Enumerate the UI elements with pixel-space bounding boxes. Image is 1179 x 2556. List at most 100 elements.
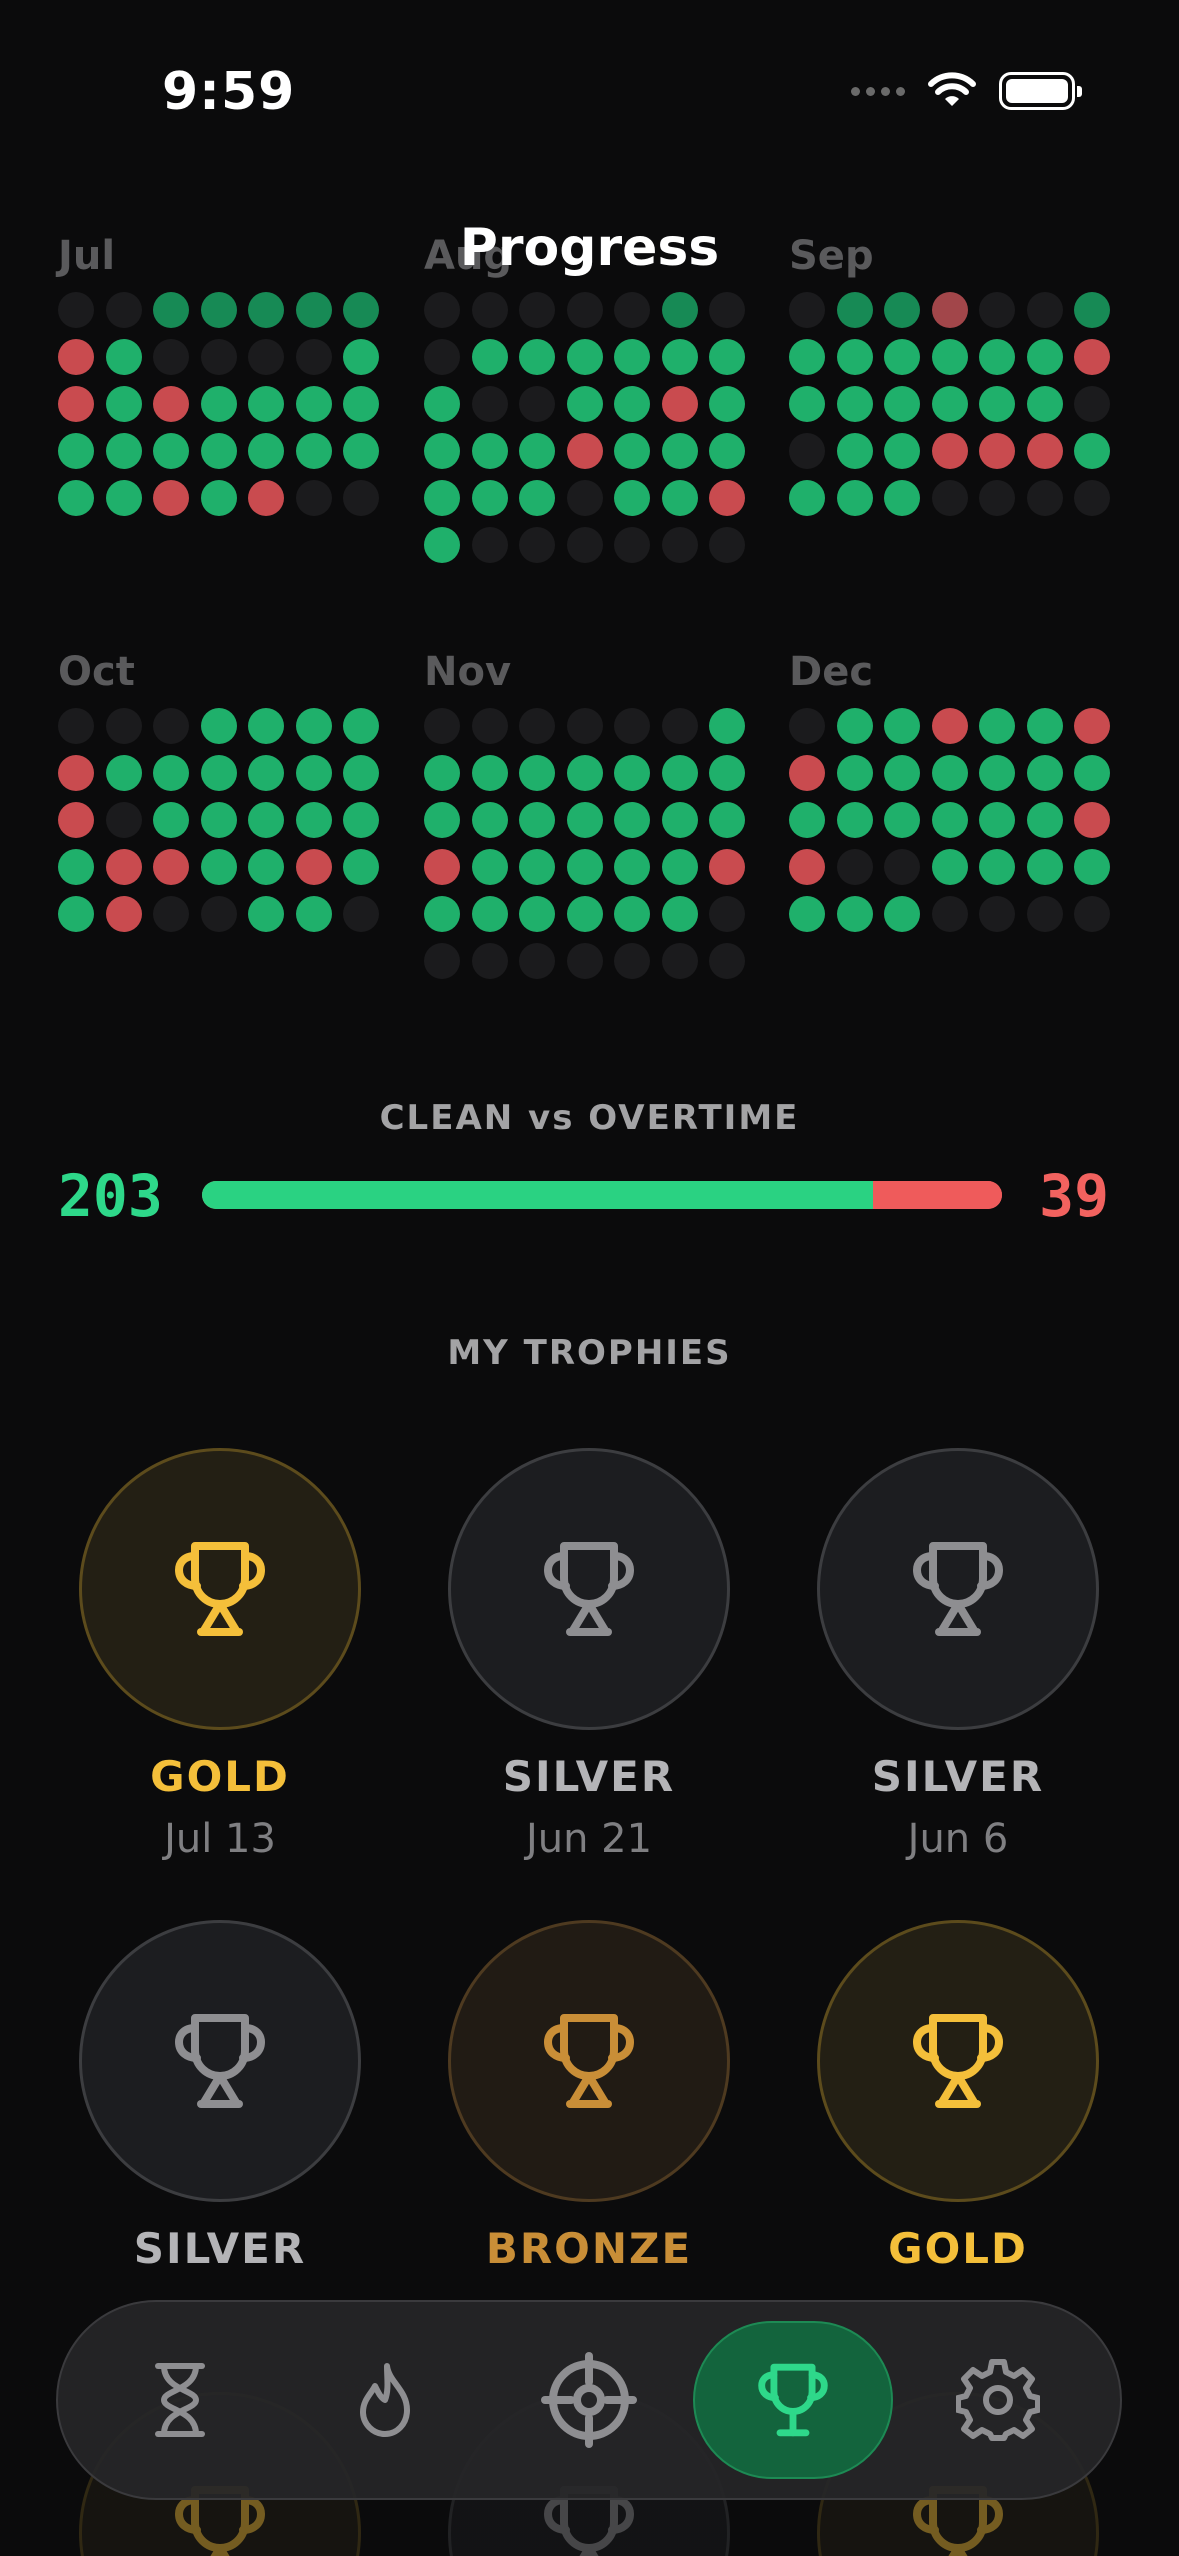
day-clean[interactable] bbox=[614, 849, 650, 885]
day-overtime[interactable] bbox=[979, 433, 1015, 469]
day-clean[interactable] bbox=[1074, 433, 1110, 469]
day-clean[interactable] bbox=[979, 339, 1015, 375]
day-clean[interactable] bbox=[566, 849, 603, 885]
day-empty[interactable] bbox=[424, 339, 460, 375]
day-empty[interactable] bbox=[295, 480, 332, 516]
day-overtime[interactable] bbox=[566, 433, 603, 469]
day-empty[interactable] bbox=[424, 943, 460, 979]
day-clean[interactable] bbox=[343, 292, 379, 328]
day-clean[interactable] bbox=[424, 480, 460, 516]
day-empty[interactable] bbox=[614, 708, 650, 744]
day-clean[interactable] bbox=[58, 849, 94, 885]
day-empty[interactable] bbox=[519, 292, 555, 328]
day-clean[interactable] bbox=[661, 755, 698, 791]
day-empty[interactable] bbox=[153, 339, 189, 375]
day-clean[interactable] bbox=[614, 386, 650, 422]
day-empty[interactable] bbox=[58, 708, 94, 744]
day-overtime[interactable] bbox=[1074, 802, 1110, 838]
day-empty[interactable] bbox=[295, 339, 332, 375]
day-clean[interactable] bbox=[519, 896, 555, 932]
day-clean[interactable] bbox=[931, 802, 968, 838]
day-clean[interactable] bbox=[200, 708, 237, 744]
day-clean[interactable] bbox=[519, 802, 555, 838]
day-clean[interactable] bbox=[471, 339, 508, 375]
day-clean[interactable] bbox=[248, 292, 284, 328]
day-clean[interactable] bbox=[884, 339, 920, 375]
day-empty[interactable] bbox=[931, 480, 968, 516]
day-clean[interactable] bbox=[709, 386, 745, 422]
day-clean[interactable] bbox=[424, 896, 460, 932]
day-empty[interactable] bbox=[1074, 896, 1110, 932]
day-clean[interactable] bbox=[295, 708, 332, 744]
day-clean[interactable] bbox=[471, 480, 508, 516]
day-overtime[interactable] bbox=[789, 755, 825, 791]
day-overtime[interactable] bbox=[295, 849, 332, 885]
day-clean[interactable] bbox=[471, 849, 508, 885]
day-clean[interactable] bbox=[153, 433, 189, 469]
day-clean[interactable] bbox=[1074, 292, 1110, 328]
day-clean[interactable] bbox=[709, 802, 745, 838]
day-clean[interactable] bbox=[614, 433, 650, 469]
tab-streak[interactable] bbox=[285, 2321, 485, 2479]
day-clean[interactable] bbox=[343, 386, 379, 422]
day-clean[interactable] bbox=[931, 849, 968, 885]
day-overtime[interactable] bbox=[709, 849, 745, 885]
day-empty[interactable] bbox=[519, 386, 555, 422]
day-empty[interactable] bbox=[105, 802, 142, 838]
day-clean[interactable] bbox=[200, 386, 237, 422]
day-clean[interactable] bbox=[519, 849, 555, 885]
day-clean[interactable] bbox=[931, 755, 968, 791]
day-empty[interactable] bbox=[979, 896, 1015, 932]
trophy-gold[interactable]: GOLD Jul 13 bbox=[78, 1448, 362, 1862]
day-empty[interactable] bbox=[519, 943, 555, 979]
day-clean[interactable] bbox=[931, 386, 968, 422]
day-clean[interactable] bbox=[200, 292, 237, 328]
day-clean[interactable] bbox=[519, 433, 555, 469]
day-clean[interactable] bbox=[709, 433, 745, 469]
day-clean[interactable] bbox=[105, 386, 142, 422]
day-clean[interactable] bbox=[1026, 755, 1063, 791]
day-empty[interactable] bbox=[343, 896, 379, 932]
day-empty[interactable] bbox=[1074, 386, 1110, 422]
day-overtime[interactable] bbox=[153, 386, 189, 422]
day-clean[interactable] bbox=[979, 849, 1015, 885]
day-empty[interactable] bbox=[709, 943, 745, 979]
day-clean[interactable] bbox=[979, 802, 1015, 838]
day-clean[interactable] bbox=[884, 755, 920, 791]
day-clean[interactable] bbox=[836, 802, 873, 838]
day-clean[interactable] bbox=[58, 896, 94, 932]
day-empty[interactable] bbox=[789, 292, 825, 328]
day-clean[interactable] bbox=[424, 433, 460, 469]
day-empty[interactable] bbox=[58, 292, 94, 328]
day-empty[interactable] bbox=[566, 527, 603, 563]
day-clean[interactable] bbox=[566, 386, 603, 422]
day-clean[interactable] bbox=[424, 386, 460, 422]
day-clean[interactable] bbox=[836, 480, 873, 516]
day-clean[interactable] bbox=[566, 802, 603, 838]
day-empty[interactable] bbox=[789, 433, 825, 469]
day-clean[interactable] bbox=[709, 708, 745, 744]
day-clean[interactable] bbox=[1026, 339, 1063, 375]
day-clean[interactable] bbox=[661, 339, 698, 375]
day-empty[interactable] bbox=[105, 708, 142, 744]
day-overtime[interactable] bbox=[1074, 708, 1110, 744]
day-clean[interactable] bbox=[661, 849, 698, 885]
day-empty[interactable] bbox=[884, 849, 920, 885]
day-clean[interactable] bbox=[661, 433, 698, 469]
day-clean[interactable] bbox=[884, 896, 920, 932]
day-clean[interactable] bbox=[979, 386, 1015, 422]
day-clean[interactable] bbox=[200, 755, 237, 791]
day-empty[interactable] bbox=[343, 480, 379, 516]
day-empty[interactable] bbox=[979, 480, 1015, 516]
day-clean[interactable] bbox=[931, 339, 968, 375]
day-clean[interactable] bbox=[1026, 849, 1063, 885]
day-overtime[interactable] bbox=[789, 849, 825, 885]
day-overtime[interactable] bbox=[105, 896, 142, 932]
day-empty[interactable] bbox=[200, 339, 237, 375]
trophy-gold[interactable]: GOLD bbox=[816, 1920, 1100, 2288]
day-clean[interactable] bbox=[789, 802, 825, 838]
day-overtime[interactable] bbox=[931, 433, 968, 469]
trophy-silver[interactable]: SILVER bbox=[78, 1920, 362, 2288]
day-clean[interactable] bbox=[248, 755, 284, 791]
day-overtime[interactable] bbox=[1026, 433, 1063, 469]
